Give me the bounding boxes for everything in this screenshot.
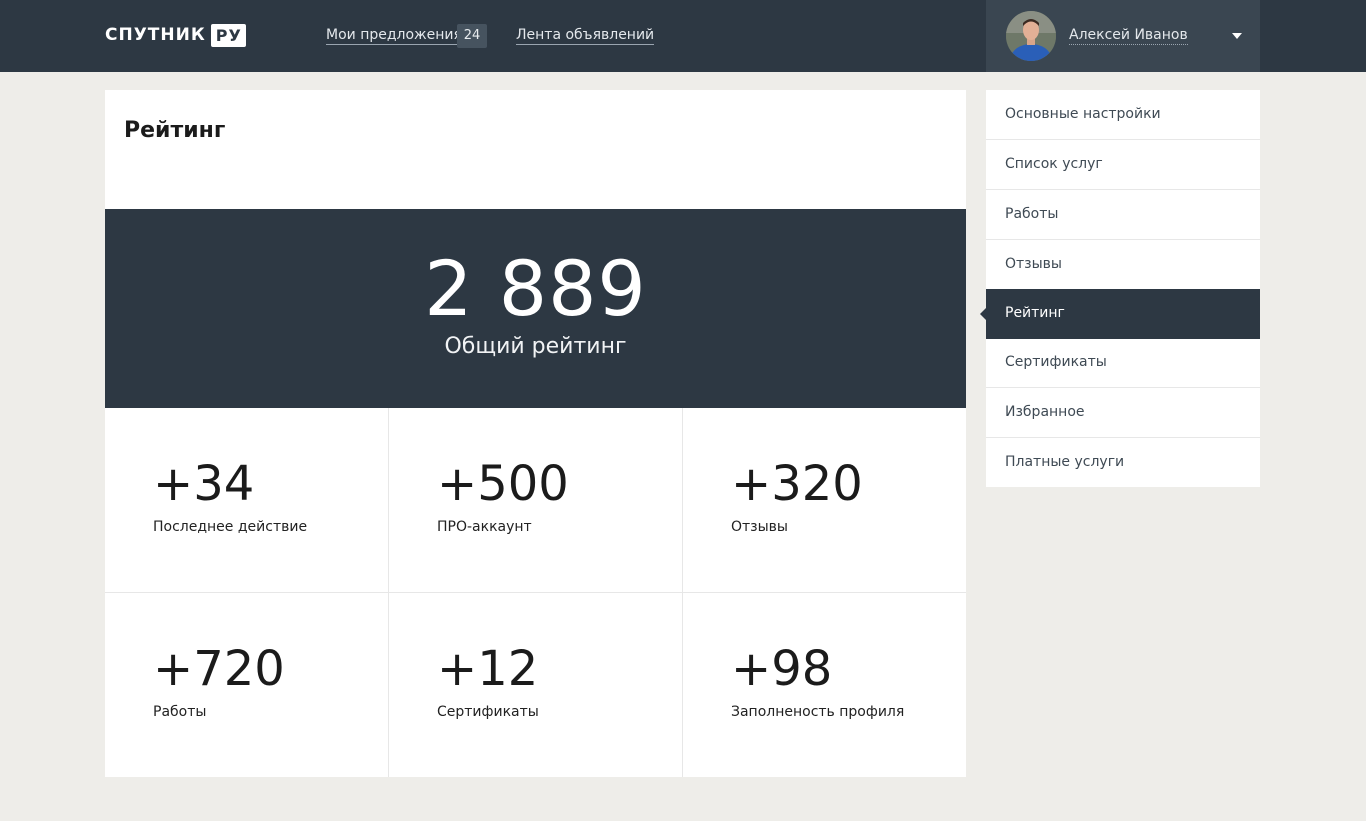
logo-text: СПУТНИК — [105, 25, 206, 45]
total-rating-value: 2 889 — [424, 244, 647, 333]
rating-card: Рейтинг 2 889 Общий рейтинг +34 Последне… — [105, 90, 966, 777]
stat-profile-completeness: +98 Заполненость профиля — [683, 593, 966, 777]
stat-works: +720 Работы — [105, 593, 389, 777]
nav-my-offers-link[interactable]: Мои предложения — [326, 26, 462, 45]
user-menu[interactable]: Алексей Иванов — [986, 0, 1260, 72]
user-name: Алексей Иванов — [1069, 27, 1188, 45]
stat-value: +720 — [153, 641, 285, 697]
menu-item-works[interactable]: Работы — [986, 190, 1260, 240]
rating-breakdown-grid: +34 Последнее действие +500 ПРО-аккаунт … — [105, 408, 966, 777]
stat-certificates: +12 Сертификаты — [389, 593, 683, 777]
stat-reviews: +320 Отзывы — [683, 408, 966, 593]
logo-badge: РУ — [210, 23, 246, 47]
total-rating-panel: 2 889 Общий рейтинг — [105, 209, 966, 408]
nav-ads-feed-link[interactable]: Лента объявлений — [516, 26, 655, 45]
page-title: Рейтинг — [124, 118, 226, 143]
offers-count-badge: 24 — [457, 24, 487, 48]
menu-item-reviews[interactable]: Отзывы — [986, 240, 1260, 290]
menu-item-certificates[interactable]: Сертификаты — [986, 338, 1260, 388]
menu-item-favorites[interactable]: Избранное — [986, 388, 1260, 438]
stat-label: Последнее действие — [153, 519, 308, 535]
stat-label: Работы — [153, 704, 207, 720]
stat-value: +34 — [153, 456, 255, 512]
stat-value: +12 — [437, 641, 539, 697]
menu-item-paid-services[interactable]: Платные услуги — [986, 438, 1260, 488]
stat-value: +500 — [437, 456, 569, 512]
stat-value: +320 — [731, 456, 863, 512]
site-logo[interactable]: СПУТНИК РУ — [105, 23, 246, 47]
stat-label: Сертификаты — [437, 704, 539, 720]
menu-item-basic-settings[interactable]: Основные настройки — [986, 90, 1260, 140]
stat-label: Отзывы — [731, 519, 788, 535]
stat-label: ПРО-аккаунт — [437, 519, 532, 535]
user-avatar — [1006, 11, 1056, 61]
stat-value: +98 — [731, 641, 833, 697]
chevron-down-icon[interactable] — [1232, 33, 1242, 39]
settings-side-menu: Основные настройки Список услуг Работы О… — [980, 90, 1260, 488]
menu-item-rating[interactable]: Рейтинг — [980, 289, 1260, 339]
top-header: СПУТНИК РУ Мои предложения 24 Лента объя… — [0, 0, 1366, 72]
stat-last-action: +34 Последнее действие — [105, 408, 389, 593]
stat-label: Заполненость профиля — [731, 704, 905, 720]
stat-pro-account: +500 ПРО-аккаунт — [389, 408, 683, 593]
total-rating-label: Общий рейтинг — [444, 334, 627, 359]
menu-item-services-list[interactable]: Список услуг — [986, 140, 1260, 190]
